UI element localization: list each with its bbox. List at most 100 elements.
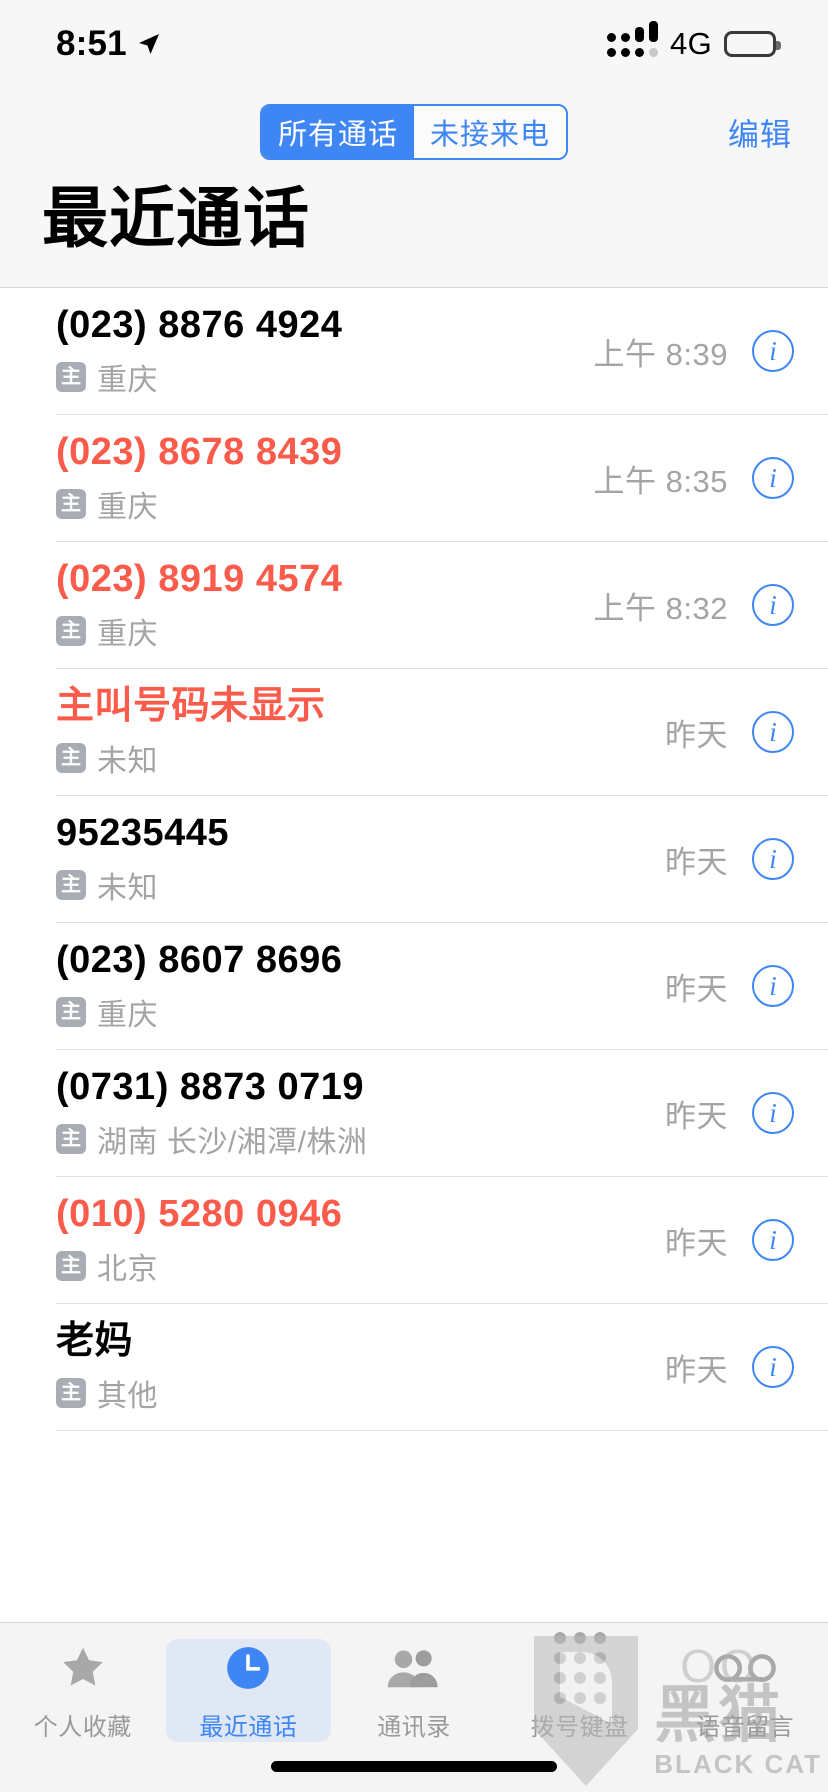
call-row-right: 昨天 i <box>665 1345 794 1390</box>
tab-keypad[interactable]: 拨号键盘 <box>497 1632 663 1742</box>
watermark-english: BLACK CAT <box>654 1749 822 1779</box>
sim-badge-icon: 主 <box>56 362 86 392</box>
call-row[interactable]: 老妈主其他 昨天 i <box>0 1304 828 1431</box>
call-row-right: 昨天 i <box>665 710 794 755</box>
call-row-right: 昨天 i <box>665 837 794 882</box>
call-location: 重庆 <box>97 618 158 651</box>
call-info-button[interactable]: i <box>752 330 794 373</box>
call-subtitle: 主其他 <box>56 1371 665 1415</box>
call-title: (023) 8607 8696 <box>56 939 343 982</box>
keypad-icon <box>553 1632 606 1704</box>
call-row[interactable]: (023) 8876 4924 主重庆 上午 8:39 i <box>0 288 828 415</box>
battery-full-icon <box>724 31 781 57</box>
call-location: 未知 <box>97 745 158 778</box>
call-info-button[interactable]: i <box>752 1346 794 1389</box>
call-row-main: (023) 8678 8439 主重庆 <box>56 430 594 526</box>
call-filter-segmented-control[interactable]: 所有通话 未接来电 <box>259 104 569 160</box>
call-title: (010) 5280 0946 <box>56 1193 343 1236</box>
tab-bar[interactable]: 个人收藏 最近通话 通讯录 拨号键盘 语音留言 OO 黑猫 BLACK CAT <box>0 1622 828 1792</box>
tab-recents-label: 最近通话 <box>199 1714 298 1741</box>
tab-voicemail-label: 语音留言 <box>696 1714 795 1741</box>
call-row[interactable]: (010) 5280 0946 主北京 昨天 i <box>0 1177 828 1304</box>
nav-area: 所有通话 未接来电 编辑 最近通话 <box>0 88 828 287</box>
status-bar-right: 4G <box>607 21 781 62</box>
call-location: 北京 <box>97 1253 158 1286</box>
call-subtitle: 主北京 <box>56 1244 665 1288</box>
star-icon <box>57 1639 109 1697</box>
tab-contacts[interactable]: 通讯录 <box>331 1639 497 1742</box>
signal-bars-icon <box>607 21 659 57</box>
call-time: 昨天 <box>665 971 728 1007</box>
call-row-right: 昨天 i <box>665 964 794 1009</box>
call-row-main: 老妈主其他 <box>56 1319 665 1415</box>
call-location: 重庆 <box>97 364 158 397</box>
call-row-main: (010) 5280 0946 主北京 <box>56 1192 665 1288</box>
call-time: 昨天 <box>665 1098 728 1134</box>
call-info-button[interactable]: i <box>752 711 794 754</box>
voicemail-icon <box>713 1639 777 1697</box>
call-row-main: (0731) 8873 0719 主湖南 长沙/湘潭/株洲 <box>56 1065 665 1161</box>
call-info-button[interactable]: i <box>752 1219 794 1262</box>
nav-row: 所有通话 未接来电 编辑 <box>0 88 828 176</box>
call-row-main: (023) 8919 4574 主重庆 <box>56 557 594 653</box>
contacts-icon <box>386 1639 442 1697</box>
tab-favorites[interactable]: 个人收藏 <box>0 1639 166 1742</box>
page-title: 最近通话 <box>42 181 310 255</box>
sim-badge-icon: 主 <box>56 743 86 773</box>
call-time: 昨天 <box>665 1352 728 1388</box>
call-row[interactable]: (023) 8678 8439 主重庆 上午 8:35 i <box>0 415 828 542</box>
call-location: 重庆 <box>97 491 158 524</box>
clock-icon <box>223 1639 273 1697</box>
segment-missed-calls[interactable]: 未接来电 <box>414 106 567 158</box>
call-location: 其他 <box>97 1380 158 1413</box>
call-row-main: 主叫号码未显示主未知 <box>56 684 665 780</box>
call-row-right: 上午 8:39 i <box>594 329 794 374</box>
segment-all-calls[interactable]: 所有通话 <box>261 106 414 158</box>
call-time: 昨天 <box>665 844 728 880</box>
call-info-button[interactable]: i <box>752 584 794 627</box>
tab-contacts-label: 通讯录 <box>377 1714 451 1741</box>
call-time: 昨天 <box>665 717 728 753</box>
call-subtitle: 主重庆 <box>56 482 594 526</box>
call-title: (023) 8919 4574 <box>56 558 343 601</box>
call-time: 昨天 <box>665 1225 728 1261</box>
call-subtitle: 主未知 <box>56 736 665 780</box>
call-title: (023) 8678 8439 <box>56 431 343 474</box>
sim-badge-icon: 主 <box>56 1378 86 1408</box>
call-row-main: 95235445 主未知 <box>56 811 665 907</box>
call-subtitle: 主未知 <box>56 863 665 907</box>
call-row[interactable]: 主叫号码未显示主未知 昨天 i <box>0 669 828 796</box>
call-subtitle: 主重庆 <box>56 609 594 653</box>
sim-badge-icon: 主 <box>56 870 86 900</box>
call-title: (023) 8876 4924 <box>56 304 343 347</box>
call-info-button[interactable]: i <box>752 457 794 500</box>
call-title: 老妈 <box>56 1320 134 1363</box>
status-bar: 8:51 4G <box>0 0 828 88</box>
call-row[interactable]: 95235445 主未知 昨天 i <box>0 796 828 923</box>
call-subtitle: 主重庆 <box>56 990 665 1034</box>
recent-calls-list[interactable]: (023) 8876 4924 主重庆 上午 8:39 i (023) 8678 843… <box>0 286 828 1622</box>
call-info-button[interactable]: i <box>752 838 794 881</box>
call-location: 湖南 长沙/湘潭/株洲 <box>97 1126 368 1159</box>
edit-button[interactable]: 编辑 <box>728 110 792 155</box>
sim-badge-icon: 主 <box>56 489 86 519</box>
call-row-main: (023) 8607 8696 主重庆 <box>56 938 665 1034</box>
tab-voicemail[interactable]: 语音留言 <box>662 1639 828 1742</box>
call-row[interactable]: (023) 8607 8696 主重庆 昨天 i <box>0 923 828 1050</box>
call-row[interactable]: (023) 8919 4574 主重庆 上午 8:32 i <box>0 542 828 669</box>
carrier-network-label: 4G <box>670 26 712 61</box>
location-arrow-icon <box>137 32 161 56</box>
call-location: 重庆 <box>97 999 158 1032</box>
tab-keypad-label: 拨号键盘 <box>530 1714 629 1741</box>
call-title: 主叫号码未显示 <box>56 685 326 728</box>
call-info-button[interactable]: i <box>752 965 794 1008</box>
call-info-button[interactable]: i <box>752 1092 794 1135</box>
call-row-right: 昨天 i <box>665 1218 794 1263</box>
tab-favorites-label: 个人收藏 <box>33 1714 132 1741</box>
call-subtitle: 主湖南 长沙/湘潭/株洲 <box>56 1117 665 1161</box>
call-time: 上午 8:39 <box>593 336 728 372</box>
call-row-right: 上午 8:32 i <box>594 583 794 628</box>
call-time: 上午 8:35 <box>593 463 728 499</box>
tab-recents[interactable]: 最近通话 <box>165 1639 332 1742</box>
call-row[interactable]: (0731) 8873 0719 主湖南 长沙/湘潭/株洲 昨天 i <box>0 1050 828 1177</box>
